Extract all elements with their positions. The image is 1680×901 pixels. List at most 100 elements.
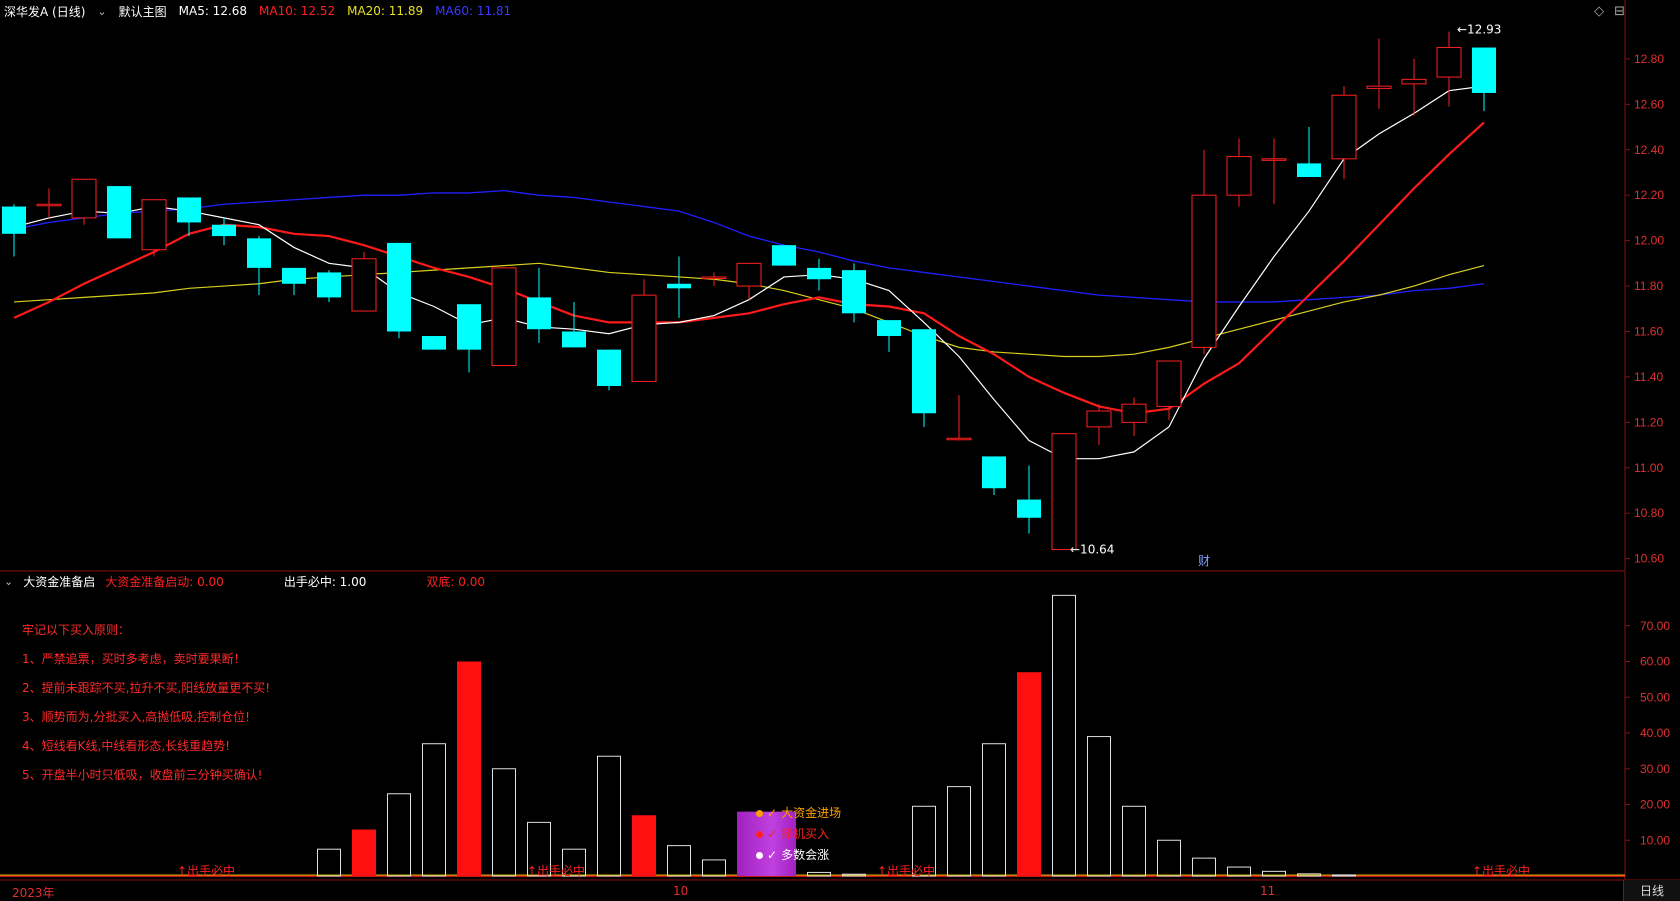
dot-icon bbox=[756, 810, 763, 817]
diamond-icon[interactable]: ◇ bbox=[1594, 4, 1604, 19]
indicator-tick-label: 30.00 bbox=[1640, 762, 1670, 776]
legend-item: ✓ 多数会涨 bbox=[756, 845, 841, 866]
candle-body-down bbox=[457, 304, 481, 350]
ma10-label: MA10: 12.52 bbox=[259, 4, 336, 18]
rule-line: 2、提前未跟踪不买,拉升不买,阳线放量更不买! bbox=[22, 681, 271, 695]
candle-body-up bbox=[1366, 85, 1392, 89]
price-tick-label: 11.80 bbox=[1634, 279, 1663, 293]
indicator-bar-outline bbox=[492, 768, 516, 877]
rule-line: 牢记以下买入原则： bbox=[22, 623, 131, 637]
indicator-bar-red bbox=[1017, 672, 1041, 876]
indicator-tick-label: 40.00 bbox=[1640, 726, 1670, 740]
axis-layer: 12.80 12.60 12.40 12.20 12.00 11.80 11.60 11.40… bbox=[1625, 52, 1670, 847]
candle-body-down bbox=[2, 206, 26, 234]
candle-body-down bbox=[1017, 499, 1041, 518]
indicator-bar-outline bbox=[1192, 857, 1216, 877]
price-tick-label: 11.00 bbox=[1634, 461, 1663, 475]
candle-body-up bbox=[1051, 433, 1077, 551]
candle-body-down bbox=[317, 272, 341, 298]
indicator-bar-outline bbox=[1157, 839, 1181, 877]
candle-body-up bbox=[1121, 403, 1147, 423]
candle-body-up bbox=[491, 267, 517, 367]
rule-line: 3、顺势而为,分批买入,高抛低吸,控制仓位! bbox=[22, 710, 250, 724]
dot-icon bbox=[756, 831, 763, 838]
indicator-tick-label: 60.00 bbox=[1640, 655, 1670, 669]
indicator-bar-outline bbox=[597, 755, 621, 877]
indicator-name[interactable]: 大资金准备启 bbox=[23, 573, 95, 590]
finance-marker: 财 bbox=[1198, 554, 1210, 568]
candle-body-down bbox=[107, 186, 131, 239]
indicator-bar-red bbox=[632, 815, 656, 876]
collapse-icon[interactable]: ⊟ bbox=[1614, 4, 1625, 19]
dot-icon bbox=[756, 852, 763, 859]
candle-body-down bbox=[212, 224, 236, 237]
price-tick-label: 12.60 bbox=[1634, 97, 1664, 111]
signal-label: ↑出手必中 bbox=[527, 863, 585, 878]
year-label: 2023年 bbox=[12, 886, 55, 900]
indicator-bar-outline bbox=[317, 848, 341, 877]
candle-body-up bbox=[946, 437, 972, 441]
indicator-tick-label: 50.00 bbox=[1640, 690, 1670, 704]
price-tick-label: 12.20 bbox=[1634, 188, 1664, 202]
price-tick-label: 11.40 bbox=[1634, 370, 1663, 384]
indicator-bar-outline bbox=[667, 845, 691, 877]
candle-body-down bbox=[562, 331, 586, 348]
signal-label: ↑出手必中 bbox=[177, 863, 235, 878]
ma5-label: MA5: 12.68 bbox=[178, 4, 248, 18]
indicator-double-bottom-value: 双底: 0.00 bbox=[426, 574, 485, 589]
corner-controls: ◇ ⊟ bbox=[1594, 4, 1625, 19]
candle-body-up bbox=[1436, 47, 1462, 78]
indicator-header: ⌄ 大资金准备启 大资金准备启动: 0.00 出手必中: 1.00 双底: 0.… bbox=[0, 572, 1625, 590]
candle-body-down bbox=[387, 242, 411, 332]
candle-body-up bbox=[701, 276, 727, 279]
legend-item: ✓ 大资金进场 bbox=[756, 803, 841, 824]
chart-header: 深华发A (日线) ⌄ 默认主图 MA5: 12.68 MA10: 12.52 … bbox=[0, 0, 1625, 22]
price-tick-label: 10.60 bbox=[1634, 552, 1664, 566]
indicator-bar-outline bbox=[1052, 594, 1076, 877]
main-chart-label[interactable]: 默认主图 bbox=[119, 3, 167, 20]
candle-body-down bbox=[597, 349, 621, 386]
candle-body-down bbox=[912, 329, 936, 414]
candle-body-up bbox=[1191, 194, 1217, 348]
indicator-bar-outline bbox=[982, 743, 1006, 877]
ma20-label: MA20: 11.89 bbox=[347, 4, 424, 18]
candle-body-down bbox=[772, 245, 796, 266]
candle-body-down bbox=[807, 267, 831, 280]
legend-item: ✓ 择机买入 bbox=[756, 824, 841, 845]
rule-line: 5、开盘半小时只低吸，收盘前三分钟买确认! bbox=[22, 768, 263, 782]
candle-body-up bbox=[1261, 158, 1287, 161]
indicator-tick-label: 10.00 bbox=[1640, 833, 1670, 847]
signal-legend: ✓ 大资金进场 ✓ 择机买入 ✓ 多数会涨 bbox=[756, 803, 841, 866]
period-selector[interactable]: 日线 bbox=[1623, 880, 1680, 901]
indicator-start-value: 大资金准备启动: 0.00 bbox=[105, 574, 224, 589]
candle-body-down bbox=[1297, 163, 1321, 178]
month-october-label: 10 bbox=[673, 884, 689, 898]
indicator-bar-red bbox=[352, 829, 376, 876]
candle-body-up bbox=[141, 199, 167, 251]
price-tick-label: 11.60 bbox=[1634, 324, 1663, 338]
signal-label: ↑出手必中 bbox=[1472, 863, 1530, 878]
candle-body-down bbox=[177, 197, 201, 223]
candle-body-up bbox=[736, 262, 762, 287]
indicator-bar-outline bbox=[387, 793, 411, 877]
candle-body-up bbox=[351, 258, 377, 312]
candle-body-up bbox=[1401, 78, 1427, 85]
candle-body-up bbox=[631, 294, 657, 382]
indicator-bar-outline bbox=[1087, 736, 1111, 877]
stock-title[interactable]: 深华发A (日线) bbox=[4, 3, 85, 20]
candle-body-down bbox=[982, 456, 1006, 489]
candle-body-down bbox=[877, 320, 901, 337]
ma60-label: MA60: 11.81 bbox=[435, 4, 512, 18]
candle-body-down bbox=[422, 336, 446, 350]
indicator-tick-label: 70.00 bbox=[1640, 619, 1670, 633]
indicator-bar-outline bbox=[1122, 805, 1146, 877]
candle-body-down bbox=[667, 283, 691, 289]
indicator-bar-outline bbox=[702, 859, 726, 877]
chevron-down-icon[interactable]: ⌄ bbox=[4, 575, 13, 588]
indicator-bar-outline bbox=[422, 743, 446, 877]
candle-body-up bbox=[71, 178, 97, 219]
price-tick-label: 12.80 bbox=[1634, 52, 1664, 66]
rule-line: 1、严禁追票，买时多考虑，卖时要果断！ bbox=[22, 652, 246, 666]
candle-body-down bbox=[247, 238, 271, 268]
chevron-down-icon[interactable]: ⌄ bbox=[97, 5, 106, 18]
